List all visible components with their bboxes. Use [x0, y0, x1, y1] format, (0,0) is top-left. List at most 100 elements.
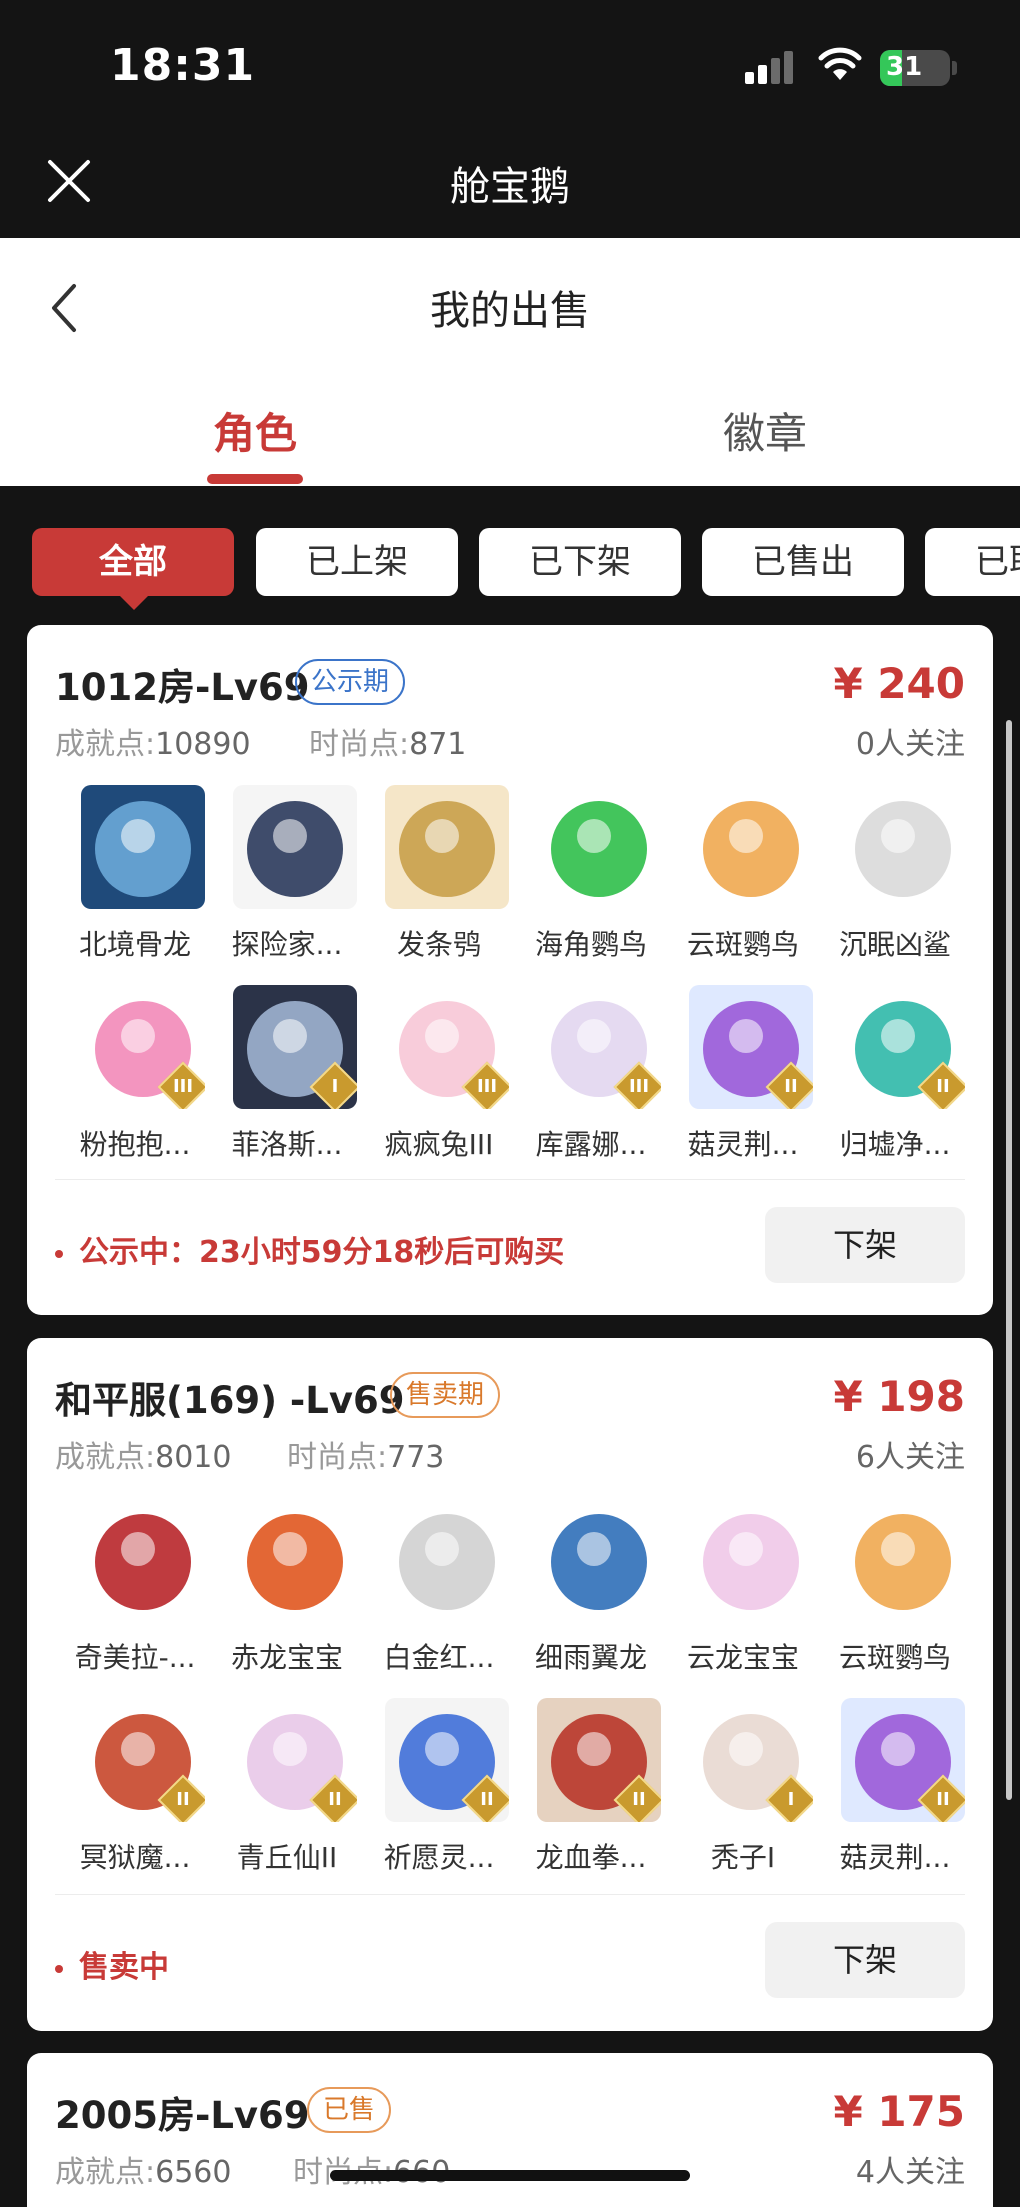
filter-delisted[interactable]: 已下架	[479, 528, 681, 596]
item-art-highlight	[425, 1019, 459, 1053]
fashion-points: 时尚点:871	[309, 727, 467, 762]
follower-count: 0人关注	[855, 727, 965, 762]
status-badge: 已售	[307, 2087, 392, 2133]
item-name: 菇灵荆...	[687, 1128, 799, 1161]
item-thumbnail: II	[81, 1698, 205, 1822]
item-thumbnail: II	[689, 985, 813, 1109]
status-badge: 售卖期	[390, 1372, 501, 1418]
item-name: 菇灵荆...	[839, 1841, 951, 1874]
fashion-points: 时尚点:660	[293, 2147, 450, 2191]
item-art-highlight	[273, 1019, 307, 1053]
item-thumbnail	[233, 1498, 357, 1622]
item-name: 云斑鹦鸟	[838, 1641, 951, 1674]
item-art-highlight	[881, 819, 915, 853]
tier-label: I	[331, 1076, 339, 1097]
item-name: 菲洛斯...	[231, 1128, 343, 1161]
item-thumbnail	[81, 1498, 205, 1622]
item-name: 云龙宝宝	[686, 1641, 799, 1674]
home-indicator[interactable]	[330, 2170, 690, 2181]
filter-listed[interactable]: 已上架	[256, 528, 458, 596]
item-name: 库露娜...	[535, 1128, 647, 1161]
filter-chips: 全部 已上架 已下架 已售出 已取消	[0, 528, 1020, 598]
listing-title: 2005房-Lv69	[55, 2094, 310, 2137]
item-name: 细雨翼龙	[534, 1641, 647, 1674]
tier-label: II	[936, 1789, 950, 1810]
item-art-highlight	[121, 1532, 155, 1566]
wifi-icon	[818, 47, 862, 80]
battery-percent: 31	[886, 52, 923, 82]
item-name: 沉眠凶鲨	[838, 928, 951, 961]
status-time: 18:31	[110, 40, 256, 91]
divider	[55, 1894, 965, 1895]
item-name: 青丘仙II	[236, 1841, 338, 1874]
active-tab-indicator	[207, 474, 303, 484]
tier-label: II	[328, 1789, 342, 1810]
status-dot	[55, 1249, 63, 1258]
listing-price: ¥ 240	[833, 659, 965, 708]
status-badge: 公示期	[295, 659, 406, 705]
item-art-highlight	[273, 1732, 307, 1766]
item-thumbnail: II	[385, 1698, 509, 1822]
listing-status-text: 售卖中	[55, 1942, 169, 1986]
item-name: 海角鹦鸟	[534, 928, 647, 961]
item-name: 冥狱魔...	[79, 1841, 191, 1874]
item-art-highlight	[121, 819, 155, 853]
item-name: 祈愿灵...	[383, 1841, 495, 1874]
app-title-bar: 舱宝鹅	[0, 130, 1020, 238]
tier-label: II	[176, 1789, 190, 1810]
item-art-highlight	[729, 819, 763, 853]
item-art-highlight	[729, 1019, 763, 1053]
item-thumbnail	[233, 785, 357, 909]
listing-card[interactable]: 和平服(169) -Lv69 售卖期 ¥ 198 6人关注 成就点:8010 时…	[27, 1338, 993, 2031]
item-art-highlight	[121, 1732, 155, 1766]
listing-price: ¥ 175	[833, 2087, 965, 2136]
tier-label: III	[628, 1076, 650, 1097]
fashion-points: 时尚点:773	[287, 1440, 445, 1475]
achievement-points: 成就点:6560	[55, 2155, 232, 2190]
listing-title: 1012房-Lv69	[55, 666, 310, 709]
item-art-highlight	[881, 1019, 915, 1053]
follower-count: 4人关注	[855, 2155, 965, 2190]
item-art-highlight	[425, 819, 459, 853]
listing-title: 和平服(169) -Lv69	[55, 1379, 405, 1422]
active-filter-pointer	[120, 596, 148, 610]
item-art-highlight	[577, 1532, 611, 1566]
filter-sold[interactable]: 已售出	[702, 528, 904, 596]
delist-button[interactable]: 下架	[765, 1207, 965, 1283]
tab-roles[interactable]: 角色	[155, 400, 355, 461]
status-dot	[55, 1964, 63, 1973]
filter-all[interactable]: 全部	[32, 528, 234, 596]
item-art-highlight	[881, 1532, 915, 1566]
tab-badges[interactable]: 徽章	[665, 400, 865, 461]
item-thumbnail: I	[233, 985, 357, 1109]
item-name: 探险家...	[231, 928, 343, 961]
page-header: 我的出售 角色 徽章	[0, 238, 1020, 486]
item-art-highlight	[577, 819, 611, 853]
follower-count: 6人关注	[855, 1440, 965, 1475]
battery-cap	[952, 61, 957, 75]
scrollbar[interactable]	[1006, 720, 1012, 1800]
listing-card[interactable]: 1012房-Lv69 公示期 ¥ 240 0人关注 成就点:10890 时尚点:…	[27, 625, 993, 1315]
item-thumbnail	[841, 785, 965, 909]
item-art-highlight	[273, 1532, 307, 1566]
achievement-points: 成就点:10890	[55, 727, 251, 762]
delist-button[interactable]: 下架	[765, 1922, 965, 1998]
tier-label: III	[172, 1076, 194, 1097]
item-art-highlight	[273, 819, 307, 853]
item-art-highlight	[425, 1532, 459, 1566]
divider	[55, 1179, 965, 1180]
item-art-highlight	[121, 1019, 155, 1053]
item-name: 粉抱抱...	[79, 1128, 191, 1161]
tier-label: II	[936, 1076, 950, 1097]
listing-card[interactable]: 2005房-Lv69 已售 ¥ 175 4人关注 成就点:6560 时尚点:66…	[27, 2053, 993, 2207]
item-thumbnail	[689, 785, 813, 909]
filter-cancelled[interactable]: 已取消	[925, 528, 1020, 596]
item-name: 疯疯兔III	[384, 1128, 494, 1161]
item-thumbnail: II	[537, 1698, 661, 1822]
listing-price: ¥ 198	[833, 1372, 965, 1421]
item-name: 发条鸮	[396, 928, 481, 961]
item-name: 云斑鹦鸟	[686, 928, 799, 961]
item-thumbnail: II	[841, 985, 965, 1109]
item-name: 白金红...	[383, 1641, 495, 1674]
item-name: 赤龙宝宝	[230, 1641, 343, 1674]
